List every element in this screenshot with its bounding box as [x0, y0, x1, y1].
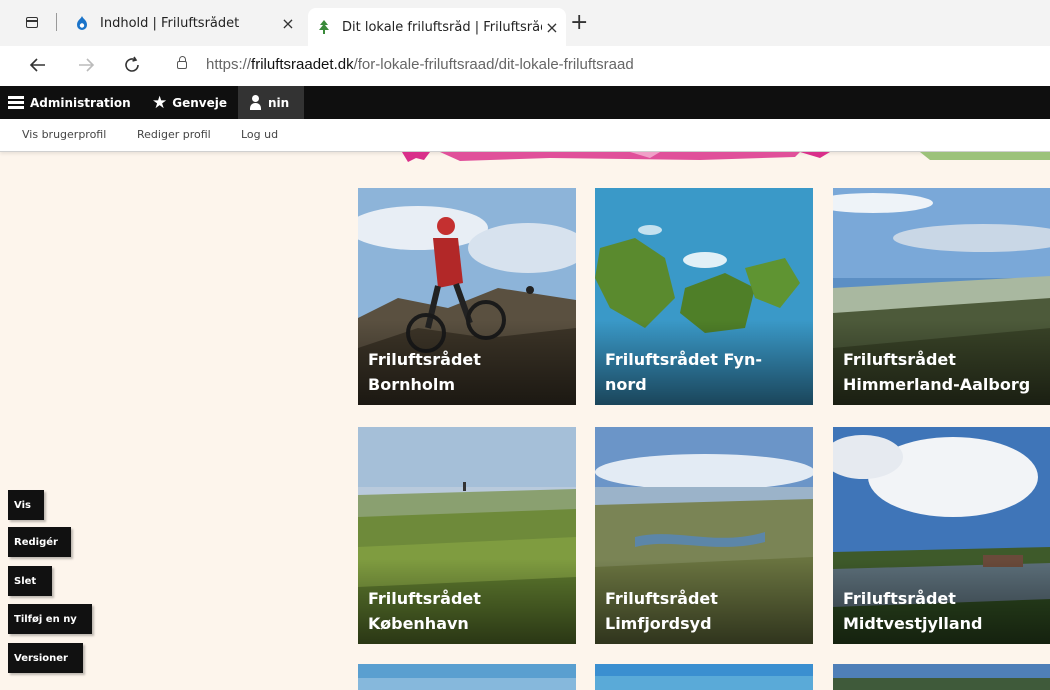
card-title-line2: Midtvestjylland [843, 614, 983, 633]
card-title-line2: nord [605, 375, 647, 394]
map-fragment [402, 152, 1050, 162]
local-council-card-koebenhavn[interactable]: Friluftsrådet København [358, 427, 576, 644]
local-council-card-midtvestjylland[interactable]: Friluftsrådet Midtvestjylland [833, 427, 1050, 644]
local-council-card-bornholm[interactable]: Friluftsrådet Bornholm [358, 188, 576, 405]
card-title-line2: Himmerland-Aalborg [843, 375, 1031, 394]
close-tab-icon[interactable]: × [542, 18, 562, 37]
card-title-line1: Friluftsrådet Fyn- [605, 350, 763, 369]
url-field[interactable]: https://friluftsraadet.dk/for-lokale-fri… [206, 56, 634, 73]
browser-tab-active[interactable]: Dit lokale friluftsråd | Friluftsråde × [308, 8, 566, 46]
toolbar-shortcuts-label: Genveje [172, 95, 227, 110]
card-title: Friluftsrådet Bornholm [368, 347, 570, 397]
card-title-line1: Friluftsrådet [843, 589, 956, 608]
url-domain: friluftsraadet.dk [251, 56, 354, 73]
local-council-card-himmerland-aalborg[interactable]: Friluftsrådet Himmerland-Aalborg [833, 188, 1050, 405]
admin-toolbar: Administration ★ Genveje nin [0, 86, 1050, 119]
back-arrow-icon[interactable] [26, 54, 50, 78]
toolbar-user-label: nin [268, 95, 290, 110]
card-title: Friluftsrådet Limfjordsyd [605, 586, 807, 636]
local-council-card-partial[interactable] [833, 664, 1050, 690]
url-prefix: https:// [206, 56, 252, 73]
card-title-line2: København [368, 614, 469, 633]
view-profile-link[interactable]: Vis brugerprofil [22, 128, 106, 141]
tab-title: Dit lokale friluftsråd | Friluftsråde [342, 19, 542, 35]
star-icon: ★ [152, 92, 168, 113]
task-revisions-button[interactable]: Versioner [8, 643, 83, 673]
task-delete-button[interactable]: Slet [8, 566, 52, 596]
close-tab-icon[interactable]: × [278, 14, 298, 33]
new-tab-button[interactable]: + [570, 12, 588, 34]
browser-tab-indhold[interactable]: Indhold | Friluftsrådet × [66, 6, 302, 40]
card-image [358, 664, 576, 690]
local-council-card-limfjordsyd[interactable]: Friluftsrådet Limfjordsyd [595, 427, 813, 644]
url-path: /for-lokale-friluftsraad/dit-lokale-fril… [353, 56, 634, 73]
toolbar-shortcuts[interactable]: ★ Genveje [152, 86, 227, 119]
friluftsraadet-favicon [319, 20, 329, 34]
logout-link[interactable]: Log ud [241, 128, 278, 141]
lock-icon[interactable] [177, 56, 187, 69]
address-bar: https://friluftsraadet.dk/for-lokale-fri… [0, 46, 1050, 87]
browser-tab-strip: Indhold | Friluftsrådet × Dit lokale fri… [0, 0, 1050, 46]
local-council-card-fyn-nord[interactable]: Friluftsrådet Fyn- nord [595, 188, 813, 405]
card-image [595, 664, 813, 690]
drupal-favicon [77, 16, 87, 30]
card-title-line1: Friluftsrådet [368, 589, 481, 608]
task-view-button[interactable]: Vis [8, 490, 44, 520]
task-add-new-button[interactable]: Tilføj en ny [8, 604, 92, 634]
card-title-line1: Friluftsrådet [843, 350, 956, 369]
card-title: Friluftsrådet Midtvestjylland [843, 586, 1045, 636]
task-edit-button[interactable]: Redigér [8, 527, 71, 557]
forward-arrow-icon[interactable] [74, 54, 98, 78]
hamburger-icon [8, 96, 24, 109]
card-title-line2: Bornholm [368, 375, 456, 394]
tab-title: Indhold | Friluftsrådet [100, 15, 240, 31]
user-tray: Vis brugerprofil Rediger profil Log ud [0, 119, 1050, 152]
card-title: Friluftsrådet København [368, 586, 570, 636]
toolbar-user[interactable]: nin [238, 86, 304, 119]
toolbar-administration-label: Administration [30, 95, 131, 110]
tab-separator [56, 13, 57, 31]
card-title-line1: Friluftsrådet [368, 350, 481, 369]
local-council-card-partial[interactable] [358, 664, 576, 690]
tab-actions-icon[interactable] [26, 17, 38, 28]
card-title: Friluftsrådet Fyn- nord [605, 347, 807, 397]
local-council-card-partial[interactable] [595, 664, 813, 690]
edit-profile-link[interactable]: Rediger profil [137, 128, 211, 141]
card-title-line1: Friluftsrådet [605, 589, 718, 608]
card-image [833, 664, 1050, 690]
user-icon [248, 95, 262, 110]
card-title-line2: Limfjordsyd [605, 614, 712, 633]
reload-icon[interactable] [120, 54, 144, 78]
toolbar-administration[interactable]: Administration [8, 86, 131, 119]
card-title: Friluftsrådet Himmerland-Aalborg [843, 347, 1045, 397]
